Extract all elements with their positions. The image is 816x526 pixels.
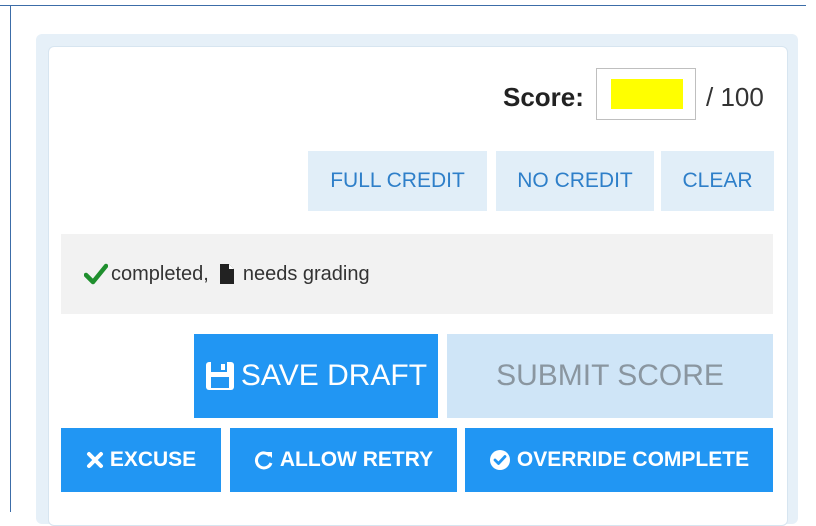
submit-score-button[interactable]: SUBMIT SCORE <box>447 334 773 418</box>
status-completed-text: completed, <box>111 262 209 285</box>
override-complete-button[interactable]: OVERRIDE COMPLETE <box>465 428 773 492</box>
no-credit-button[interactable]: NO CREDIT <box>496 151 654 211</box>
score-label: Score: <box>503 82 584 112</box>
window-left-border <box>10 5 11 512</box>
full-credit-button[interactable]: FULL CREDIT <box>308 151 487 211</box>
allow-retry-button[interactable]: ALLOW RETRY <box>230 428 457 492</box>
document-icon <box>217 262 237 286</box>
submission-status: completed, needs grading <box>61 234 773 314</box>
excuse-button[interactable]: EXCUSE <box>61 428 221 492</box>
refresh-icon <box>254 450 274 470</box>
allow-retry-label: ALLOW RETRY <box>279 448 434 471</box>
window-top-border <box>0 5 806 6</box>
save-draft-button[interactable]: SAVE DRAFT <box>194 334 438 418</box>
clear-button[interactable]: CLEAR <box>661 151 774 211</box>
score-max: / 100 <box>706 82 764 112</box>
excuse-label: EXCUSE <box>109 448 197 471</box>
status-needs-grading-text: needs grading <box>242 262 370 285</box>
check-circle-icon <box>489 449 511 471</box>
floppy-disk-icon <box>205 361 235 391</box>
score-input-highlight <box>611 79 683 109</box>
check-icon <box>83 261 109 287</box>
override-complete-label: OVERRIDE COMPLETE <box>516 448 750 471</box>
score-input[interactable] <box>596 68 696 120</box>
screenshot-frame: Score: / 100 FULL CREDIT NO CREDIT CLEAR… <box>0 0 816 526</box>
x-icon <box>86 451 104 469</box>
save-draft-label: SAVE DRAFT <box>240 359 428 392</box>
